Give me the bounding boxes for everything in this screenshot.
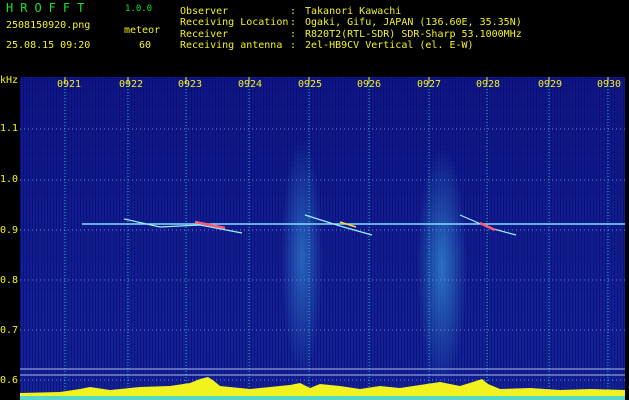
time-tick-label: 0930 <box>597 79 622 90</box>
filename: 2508150920.png <box>6 20 91 31</box>
info-key-location: Receiving Location <box>180 17 289 28</box>
freq-tick-label: 0.8 <box>0 275 19 286</box>
time-tick-label: 0921 <box>57 79 82 90</box>
info-key-antenna: Receiving antenna <box>180 40 283 51</box>
frequency-gridlines <box>20 128 625 381</box>
datetime: 25.08.15 09:20 <box>6 40 91 51</box>
freq-tick-label: 0.9 <box>0 225 19 236</box>
freq-tick-label: 1.0 <box>0 174 19 185</box>
time-tick-label: 0922 <box>119 79 144 90</box>
time-tick-label: 0926 <box>357 79 382 90</box>
time-tick-label: 0929 <box>538 79 563 90</box>
time-tick-label: 0927 <box>417 79 442 90</box>
khz-unit-label: kHz <box>0 75 19 86</box>
time-tick-label: 0923 <box>178 79 203 90</box>
time-tick-label: 0928 <box>476 79 501 90</box>
minute-ticks <box>64 77 609 83</box>
info-value-location: Ogaki, Gifu, JAPAN (136.60E, 35.35N) <box>305 17 522 28</box>
app-version: 1.0.0 <box>125 4 153 14</box>
meteor-count: 60 <box>139 40 152 51</box>
freq-tick-label: 0.6 <box>0 375 19 386</box>
spectrogram-overlay <box>20 77 625 400</box>
noise-floor-cyan <box>20 396 625 400</box>
meteor-label: meteor <box>124 25 161 36</box>
reference-lines <box>20 368 625 376</box>
time-tick-label: 0924 <box>238 79 263 90</box>
time-tick-label: 0925 <box>298 79 323 90</box>
meteor-echoes <box>123 214 517 236</box>
freq-tick-label: 0.7 <box>0 325 19 336</box>
info-sep: : <box>290 17 297 28</box>
hrofft-window: HROFFT 1.0.0 2508150920.png meteor 25.08… <box>0 0 629 400</box>
freq-tick-label: 1.1 <box>0 123 19 134</box>
info-sep: : <box>290 40 297 51</box>
minute-gridlines <box>64 77 609 400</box>
info-value-antenna: 2el-HB9CV Vertical (el. E-W) <box>305 40 474 51</box>
spectrogram <box>20 77 625 400</box>
app-title: HROFFT <box>6 1 92 15</box>
